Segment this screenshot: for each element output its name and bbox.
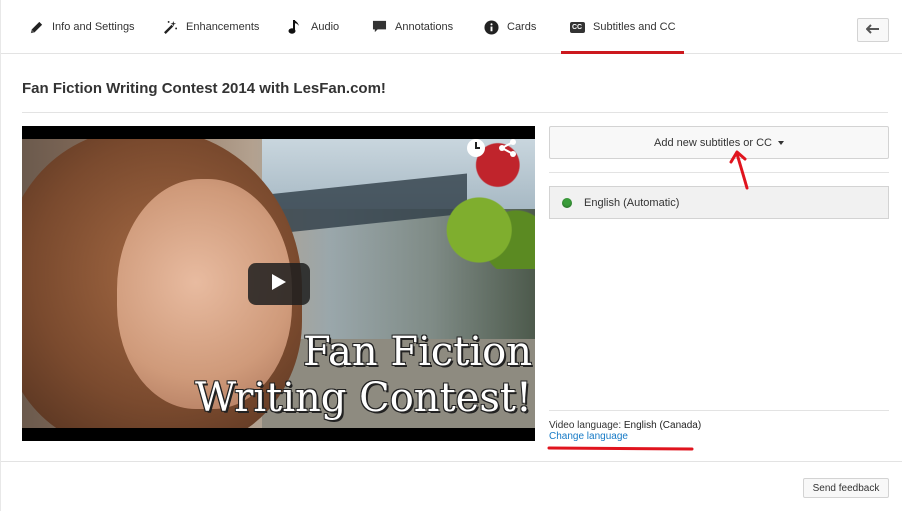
tab-label: Audio xyxy=(311,21,340,33)
add-subtitles-label: Add new subtitles or CC xyxy=(654,136,772,149)
tab-label: Annotations xyxy=(395,21,454,33)
magic-wand-icon xyxy=(162,19,178,35)
subtitle-track-label: English (Automatic) xyxy=(584,196,680,209)
video-overlay-text: Fan Fiction Writing Contest! xyxy=(194,329,532,421)
watch-later-icon[interactable] xyxy=(466,138,486,158)
tab-audio[interactable]: Audio xyxy=(287,0,339,54)
back-arrow-icon xyxy=(865,21,880,39)
tab-annotations[interactable]: Annotations xyxy=(371,0,453,54)
play-button[interactable] xyxy=(248,263,310,305)
status-dot-icon xyxy=(562,197,572,208)
divider xyxy=(549,172,889,173)
speech-bubble-icon xyxy=(371,19,387,35)
video-language-label: Video language: xyxy=(549,420,622,431)
divider xyxy=(549,410,889,411)
music-note-icon xyxy=(287,19,303,35)
tab-info-and-settings[interactable]: Info and Settings xyxy=(28,0,135,54)
cc-icon: CC xyxy=(569,19,585,35)
tab-enhancements[interactable]: Enhancements xyxy=(162,0,259,54)
video-language: Video language: English (Canada) xyxy=(549,420,701,431)
tab-subtitles-and-cc[interactable]: CC Subtitles and CC xyxy=(561,0,684,54)
pencil-icon xyxy=(28,19,44,35)
chevron-down-icon xyxy=(778,140,784,145)
back-button[interactable] xyxy=(857,18,889,42)
info-icon xyxy=(483,19,499,35)
page: Info and Settings Enhancements Audio Ann… xyxy=(0,0,902,511)
tab-label: Info and Settings xyxy=(52,21,135,33)
send-feedback-button[interactable]: Send feedback xyxy=(803,478,889,498)
video-language-value: English (Canada) xyxy=(623,420,702,431)
tab-label: Enhancements xyxy=(186,21,260,33)
divider xyxy=(22,112,888,113)
change-language-link[interactable]: Change language xyxy=(549,431,628,442)
divider xyxy=(1,461,902,462)
share-icon[interactable] xyxy=(498,138,518,158)
tab-bar: Info and Settings Enhancements Audio Ann… xyxy=(1,0,902,54)
tab-label: Cards xyxy=(507,21,537,33)
subtitle-track-item[interactable]: English (Automatic) xyxy=(549,186,889,219)
tab-cards[interactable]: Cards xyxy=(483,0,536,54)
annotation-underline-icon xyxy=(547,446,694,451)
video-player[interactable]: Fan Fiction Writing Contest! xyxy=(22,126,535,441)
annotation-arrow-icon xyxy=(729,150,749,190)
play-icon xyxy=(271,273,287,296)
page-title: Fan Fiction Writing Contest 2014 with Le… xyxy=(22,80,386,97)
tab-label: Subtitles and CC xyxy=(593,21,676,33)
add-subtitles-button[interactable]: Add new subtitles or CC xyxy=(549,126,889,159)
